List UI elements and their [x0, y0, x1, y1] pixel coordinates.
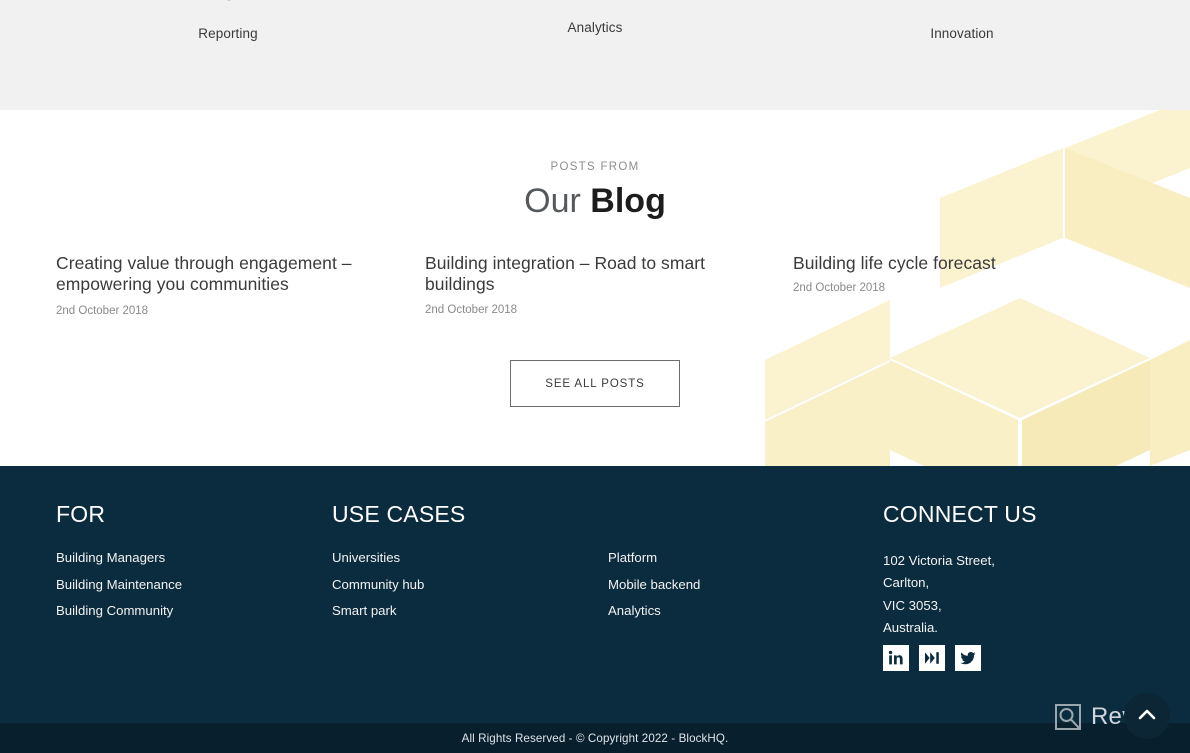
feature-label-analytics: Analytics	[567, 20, 623, 35]
footer-heading-for: FOR	[56, 501, 106, 527]
blog-post-title[interactable]: Building integration – Road to smart bui…	[425, 253, 775, 296]
blog-post-item[interactable]: Creating value through engagement – empo…	[56, 253, 386, 317]
feature-item-innovation[interactable]: Innovation	[877, 0, 1047, 41]
copyright-text: All Rights Reserved - © Copyright 2022 -…	[461, 731, 729, 745]
address-line: VIC 3053,	[883, 597, 942, 613]
footer-link-mobile-backend[interactable]: Mobile backend	[608, 577, 700, 592]
footer-link-building-community[interactable]: Building Community	[56, 603, 182, 618]
page-title-light: Our	[524, 182, 581, 220]
footer-column-products: Platform Mobile backend Analytics	[608, 501, 700, 630]
feature-item-analytics[interactable]: Analytics	[510, 0, 680, 35]
reporting-chart-icon	[143, 0, 313, 20]
footer-link-building-maintenance[interactable]: Building Maintenance	[56, 577, 182, 592]
blog-eyebrow: POSTS FROM	[550, 161, 640, 173]
features-strip: Reporting Analytics Innovation	[0, 0, 1190, 110]
copyright-bar: All Rights Reserved - © Copyright 2022 -…	[0, 723, 1190, 753]
footer-column-for: FOR Building Managers Building Maintenan…	[56, 501, 182, 630]
feature-label-reporting: Reporting	[198, 26, 258, 41]
footer-heading-products	[608, 501, 700, 528]
social-links	[883, 645, 981, 671]
chevron-up-icon	[1138, 709, 1156, 720]
blog-post-title[interactable]: Creating value through engagement – empo…	[56, 253, 386, 296]
twitter-icon[interactable]	[955, 645, 981, 671]
footer-heading-use-cases: USE CASES	[332, 501, 466, 527]
footer-link-building-managers[interactable]: Building Managers	[56, 550, 182, 565]
footer-link-analytics[interactable]: Analytics	[608, 603, 700, 618]
footer-link-community-hub[interactable]: Community hub	[332, 577, 465, 592]
site-footer: FOR Building Managers Building Maintenan…	[0, 466, 1190, 723]
linkedin-icon[interactable]	[883, 645, 909, 671]
blog-post-date: 2nd October 2018	[56, 304, 149, 317]
address-line: Carlton,	[883, 575, 930, 591]
footer-column-connect-us: CONNECT US 102 Victoria Street, Carlton,…	[883, 501, 1037, 639]
page-title: Our Blog	[0, 182, 1190, 221]
analytics-graph-icon	[510, 0, 680, 14]
address-line: 102 Victoria Street,	[883, 553, 995, 568]
feature-item-reporting[interactable]: Reporting	[143, 0, 313, 41]
address-line: Australia.	[883, 619, 938, 635]
footer-link-universities[interactable]: Universities	[332, 550, 465, 565]
page-root: Reporting Analytics Innovation POSTS FRO…	[0, 0, 1190, 753]
blog-post-title[interactable]: Building life cycle forecast	[793, 253, 1073, 274]
blog-section: POSTS FROM Our Blog Creating value throu…	[0, 110, 1190, 466]
see-all-posts-button[interactable]: SEE ALL POSTS	[510, 360, 680, 407]
blog-post-item[interactable]: Building life cycle forecast 2nd October…	[793, 253, 1073, 294]
medium-icon[interactable]	[919, 645, 945, 671]
footer-address: 102 Victoria Street, Carlton, VIC 3053, …	[883, 550, 1037, 639]
blog-post-date: 2nd October 2018	[425, 303, 518, 316]
see-all-posts-container: SEE ALL POSTS	[0, 360, 1190, 407]
page-title-bold: Blog	[590, 182, 666, 220]
scroll-to-top-button[interactable]	[1124, 693, 1170, 739]
footer-link-smart-park[interactable]: Smart park	[332, 603, 465, 618]
footer-link-platform[interactable]: Platform	[608, 550, 700, 565]
footer-column-use-cases: USE CASES Universities Community hub Sma…	[332, 501, 465, 630]
blog-post-date: 2nd October 2018	[793, 282, 886, 295]
footer-heading-connect-us: CONNECT US	[883, 501, 1037, 527]
feature-label-innovation: Innovation	[930, 26, 994, 41]
blog-post-item[interactable]: Building integration – Road to smart bui…	[425, 253, 775, 316]
innovation-lightbulb-head-icon	[877, 0, 1047, 20]
